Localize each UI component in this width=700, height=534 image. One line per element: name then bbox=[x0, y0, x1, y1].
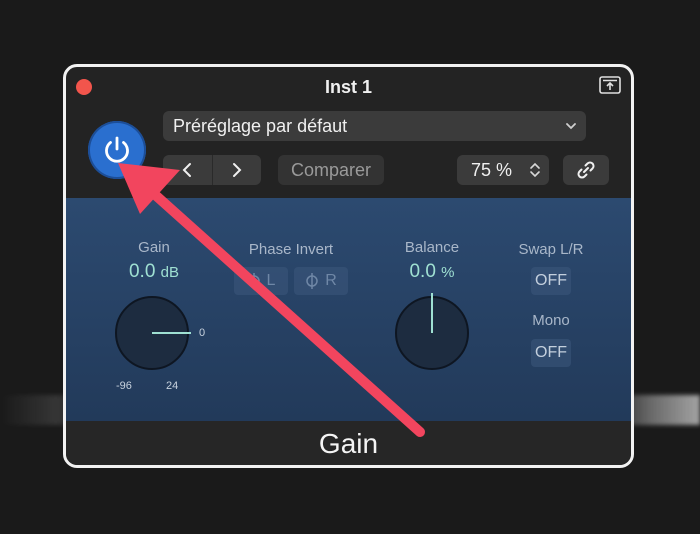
phase-invert-label: Phase Invert bbox=[248, 241, 334, 258]
controls-panel: Gain 0.0 dB 0 -96 24 Phase Invert L R Ba… bbox=[66, 198, 631, 421]
link-icon bbox=[577, 161, 595, 179]
phase-invert-left-button[interactable]: L bbox=[234, 267, 288, 295]
plugin-window: Inst 1 Préréglage par défaut Comparer 75… bbox=[63, 64, 634, 468]
balance-unit: % bbox=[441, 264, 455, 281]
preset-dropdown[interactable]: Préréglage par défaut bbox=[163, 111, 586, 141]
phase-icon bbox=[306, 273, 318, 289]
phase-invert-right-button[interactable]: R bbox=[294, 267, 348, 295]
plugin-name-footer: Gain bbox=[66, 421, 631, 465]
swap-label: Swap L/R bbox=[518, 241, 584, 258]
chevron-down-icon bbox=[566, 123, 576, 130]
zoom-value: 75 % bbox=[471, 160, 513, 180]
upload-icon[interactable] bbox=[599, 76, 621, 94]
preset-nav bbox=[163, 155, 261, 185]
balance-label: Balance bbox=[404, 239, 460, 256]
window-title: Inst 1 bbox=[324, 77, 372, 97]
mono-label: Mono bbox=[532, 312, 570, 329]
previous-preset-button[interactable] bbox=[163, 155, 212, 185]
gain-tick-label: 0 bbox=[199, 327, 206, 339]
gain-value: 0.0 dB bbox=[104, 261, 204, 283]
stepper-icon bbox=[530, 162, 540, 178]
swap-toggle[interactable]: OFF bbox=[531, 267, 571, 295]
gain-number: 0.0 bbox=[128, 261, 156, 282]
power-button[interactable] bbox=[88, 121, 146, 179]
gain-scale-max: 24 bbox=[166, 380, 179, 392]
compare-button[interactable]: Comparer bbox=[278, 155, 384, 185]
chevron-right-icon bbox=[232, 163, 242, 177]
gain-unit: dB bbox=[160, 264, 180, 281]
power-icon bbox=[105, 136, 129, 163]
balance-value: 0.0 % bbox=[382, 261, 482, 283]
next-preset-button[interactable] bbox=[211, 155, 262, 185]
gain-knob[interactable] bbox=[110, 293, 194, 373]
gain-label: Gain bbox=[138, 239, 170, 256]
chevron-left-icon bbox=[182, 163, 192, 177]
preset-value: Préréglage par défaut bbox=[173, 116, 348, 136]
balance-number: 0.0 bbox=[409, 261, 436, 282]
mono-toggle[interactable]: OFF bbox=[531, 339, 571, 367]
phase-left-label: L bbox=[266, 272, 276, 289]
link-button[interactable] bbox=[563, 155, 609, 185]
zoom-select[interactable]: 75 % bbox=[457, 155, 549, 185]
balance-knob[interactable] bbox=[392, 293, 472, 373]
gain-scale-min: -96 bbox=[116, 380, 132, 392]
title-bar: Inst 1 bbox=[66, 67, 631, 107]
phase-right-label: R bbox=[325, 272, 337, 289]
phase-icon bbox=[247, 273, 260, 289]
